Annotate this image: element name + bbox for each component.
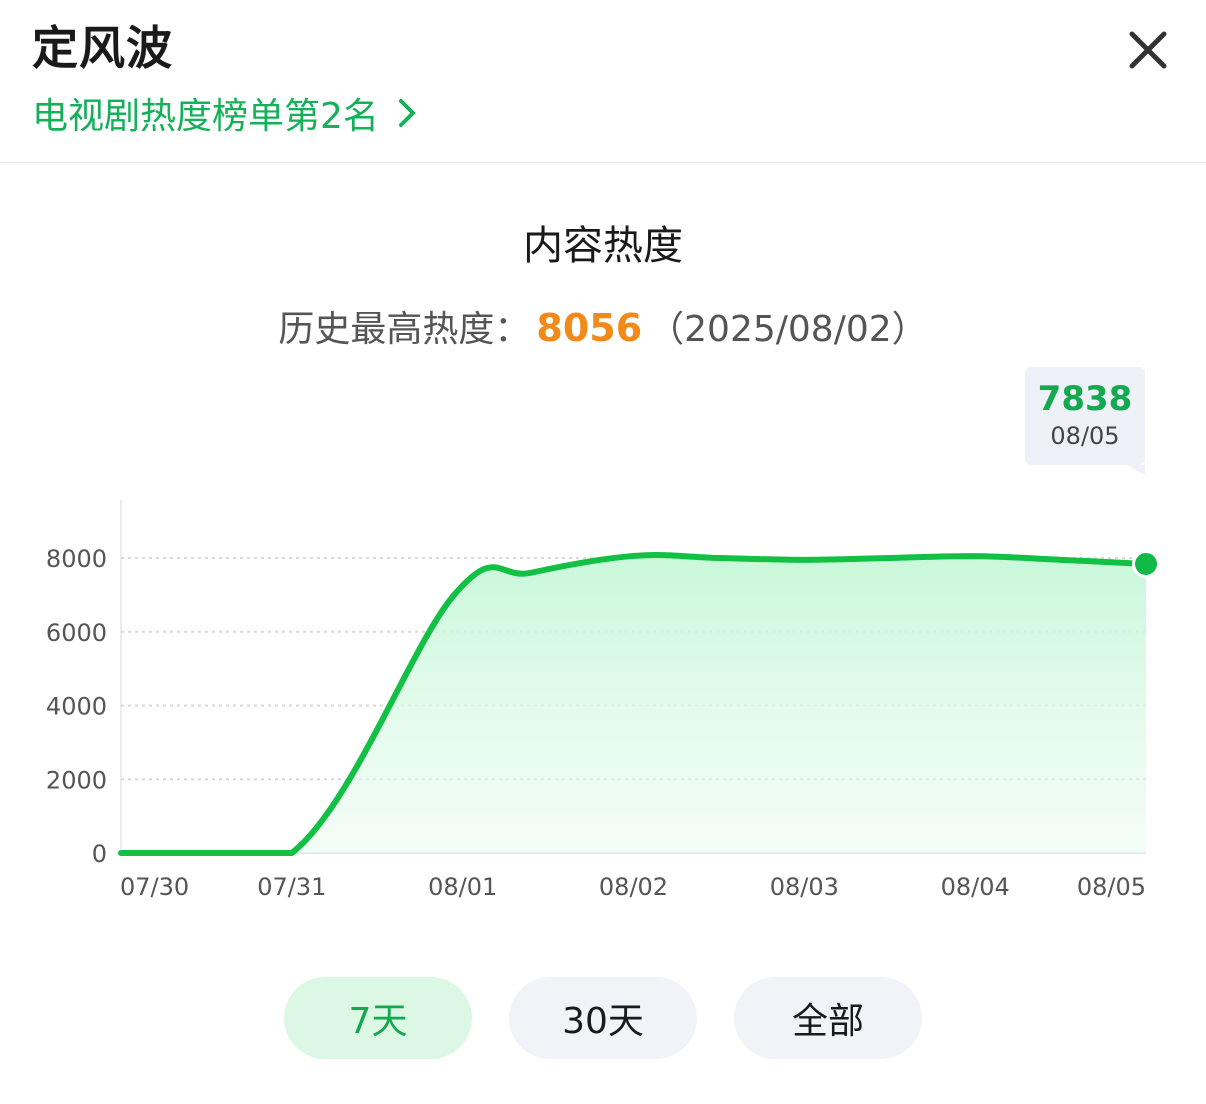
tooltip-date: 08/05 [1050, 422, 1120, 450]
x-tick-label: 07/31 [257, 873, 326, 901]
peak-heat-label: 历史最高热度： [278, 309, 531, 350]
time-range-selector: 7天 30天 全部 [0, 977, 1206, 1059]
x-tick-label: 08/05 [1077, 873, 1146, 901]
chart-tooltip: 7838 08/05 [1025, 367, 1145, 475]
peak-heat-value: 8056 [536, 306, 643, 350]
range-button-7d[interactable]: 7天 [284, 977, 472, 1059]
rank-link[interactable]: 电视剧热度榜单第2名 [32, 88, 423, 138]
x-tick-label: 08/01 [428, 873, 497, 901]
y-tick-label: 4000 [46, 693, 107, 721]
close-icon[interactable] [1126, 28, 1170, 72]
y-tick-label: 2000 [46, 766, 107, 794]
x-tick-label: 08/03 [770, 873, 839, 901]
heat-chart[interactable]: 0 2000 4000 6000 8000 07/30 07/31 08/01 08/02 08… [0, 490, 1206, 910]
peak-heat-line: 历史最高热度： 8056 （2025/08/02） [0, 302, 1206, 356]
chart-title: 内容热度 [523, 223, 683, 269]
y-tick-label: 0 [92, 840, 107, 868]
drama-title: 定风波 [32, 21, 173, 75]
chevron-right-icon [398, 99, 415, 127]
heat-detail-panel: 定风波 电视剧热度榜单第2名 内容热度 历史最高热度： 8056 （2025/08/… [0, 0, 1206, 1104]
peak-heat-date: （2025/08/02） [648, 309, 928, 350]
highlight-point [1135, 552, 1157, 575]
home-indicator-area [0, 1062, 1206, 1104]
y-tick-label: 8000 [46, 545, 107, 573]
x-tick-label: 08/04 [941, 873, 1010, 901]
panel-header: 定风波 电视剧热度榜单第2名 [0, 0, 1206, 163]
rank-link-label: 电视剧热度榜单第2名 [32, 96, 379, 137]
heat-area-fill [121, 555, 1146, 853]
tooltip-value: 7838 [1037, 379, 1133, 419]
range-button-30d[interactable]: 30天 [509, 977, 697, 1059]
y-tick-label: 6000 [46, 619, 107, 647]
range-button-all[interactable]: 全部 [734, 977, 922, 1059]
x-tick-label: 07/30 [120, 873, 189, 901]
x-tick-label: 08/02 [599, 873, 668, 901]
